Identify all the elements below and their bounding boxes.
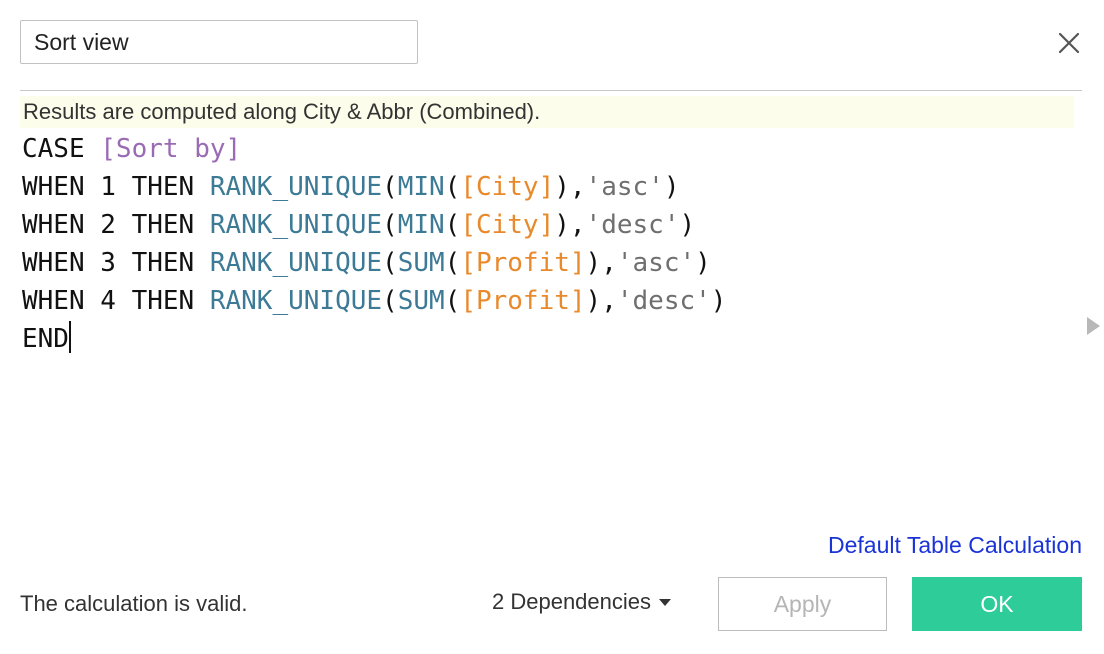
code-token-keyword: (	[382, 172, 398, 202]
dependencies-label: 2 Dependencies	[492, 589, 652, 614]
validation-status: The calculation is valid.	[20, 591, 248, 616]
code-token-keyword: )	[679, 210, 696, 240]
close-icon	[1058, 32, 1080, 54]
code-token-keyword: (	[382, 210, 398, 240]
code-token-parameter: [Sort by]	[100, 134, 242, 164]
code-token-keyword: )	[710, 286, 727, 316]
code-token-keyword: ),	[554, 172, 586, 202]
code-token-keyword: ),	[585, 286, 617, 316]
code-token-keyword: )	[663, 172, 680, 202]
code-token-function: MIN	[397, 172, 445, 202]
code-token-field: [Profit]	[460, 248, 586, 278]
code-token-function: RANK_UNIQUE	[209, 286, 383, 316]
code-token-keyword: ),	[554, 210, 586, 240]
dependencies-dropdown[interactable]: 2 Dependencies	[492, 589, 672, 615]
code-token-keyword: (	[444, 248, 461, 278]
code-token-keyword: (	[382, 248, 398, 278]
code-line: WHEN 4 THEN RANK_UNIQUE(SUM([Profit]),'d…	[22, 282, 1072, 320]
code-token-keyword: (	[444, 172, 461, 202]
code-line: WHEN 1 THEN RANK_UNIQUE(MIN([City]),'asc…	[22, 168, 1072, 206]
default-table-calculation-link[interactable]: Default Table Calculation	[828, 532, 1082, 559]
code-token-keyword: ),	[585, 248, 617, 278]
code-token-function: RANK_UNIQUE	[209, 248, 383, 278]
code-token-keyword: WHEN 4 THEN	[22, 286, 210, 316]
ok-button[interactable]: OK	[912, 577, 1082, 631]
code-line: WHEN 3 THEN RANK_UNIQUE(SUM([Profit]),'a…	[22, 244, 1072, 282]
text-cursor	[68, 321, 71, 353]
computation-info-bar: Results are computed along City & Abbr (…	[20, 96, 1074, 128]
code-token-function: RANK_UNIQUE	[209, 172, 383, 202]
code-token-field: [City]	[460, 210, 555, 240]
code-token-function: SUM	[397, 248, 445, 278]
code-token-keyword: WHEN 3 THEN	[22, 248, 210, 278]
code-token-keyword: WHEN 2 THEN	[22, 210, 210, 240]
code-token-keyword: )	[695, 248, 711, 278]
code-line: CASE [Sort by]	[22, 130, 1072, 168]
code-line: WHEN 2 THEN RANK_UNIQUE(MIN([City]),'des…	[22, 206, 1072, 244]
code-token-string: 'desc'	[616, 286, 711, 316]
code-token-field: [Profit]	[460, 286, 586, 316]
calculation-name-input[interactable]	[20, 20, 418, 64]
apply-button[interactable]: Apply	[718, 577, 887, 631]
computation-info-text: Results are computed along City & Abbr (…	[23, 99, 541, 124]
formula-editor[interactable]: CASE [Sort by] WHEN 1 THEN RANK_UNIQUE(MI…	[22, 130, 1072, 520]
code-line: END	[22, 320, 1072, 358]
caret-down-icon	[659, 598, 672, 606]
code-token-string: 'asc'	[585, 172, 664, 202]
code-token-function: MIN	[397, 210, 445, 240]
code-token-keyword: CASE	[22, 134, 101, 164]
code-token-keyword: (	[382, 286, 398, 316]
header-divider	[20, 90, 1082, 91]
close-button[interactable]	[1052, 26, 1086, 60]
code-token-string: 'asc'	[616, 248, 696, 278]
code-token-keyword: END	[22, 324, 69, 354]
code-token-string: 'desc'	[585, 210, 680, 240]
code-token-function: RANK_UNIQUE	[209, 210, 383, 240]
code-token-field: [City]	[460, 172, 555, 202]
code-token-keyword: (	[444, 286, 461, 316]
code-token-keyword: (	[444, 210, 461, 240]
code-token-function: SUM	[397, 286, 445, 316]
code-token-keyword: WHEN 1 THEN	[22, 172, 210, 202]
chevron-right-icon[interactable]	[1087, 317, 1100, 335]
